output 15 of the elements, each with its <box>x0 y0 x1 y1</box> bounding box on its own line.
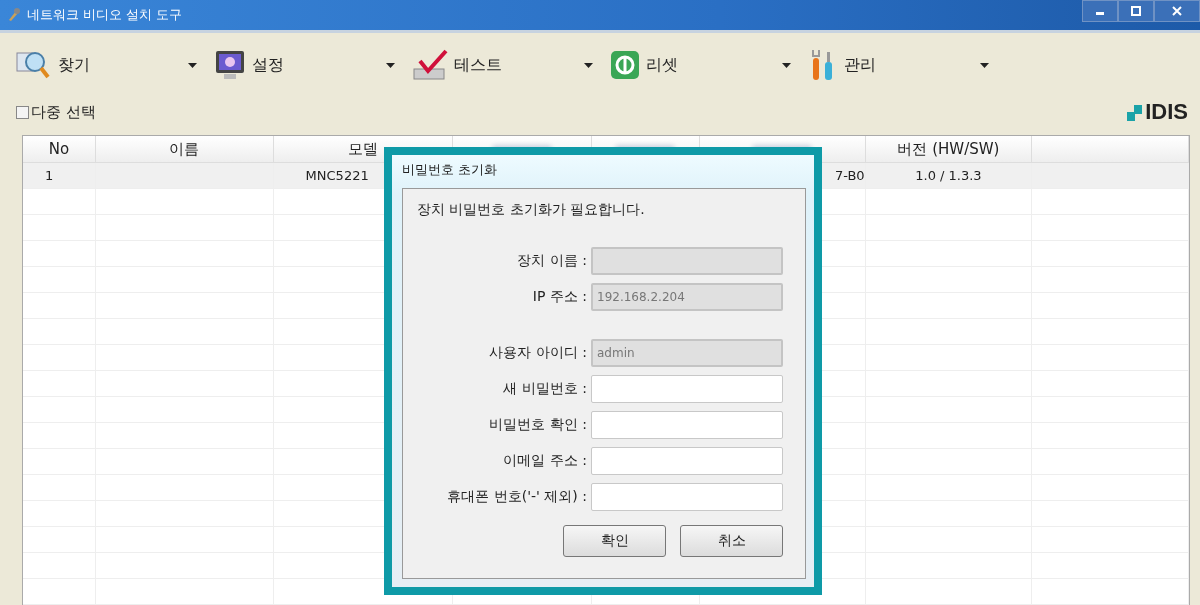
field-label: 이메일 주소 : <box>503 452 587 470</box>
field-label: 사용자 아이디 : <box>489 344 587 362</box>
table-cell: 7-B0 <box>834 168 865 183</box>
field-label: 장치 이름 : <box>517 252 587 270</box>
logo: IDIS <box>1127 101 1188 123</box>
table-cell: MNC5221 <box>305 168 369 183</box>
window-title: 네트워크 비디오 설치 도구 <box>27 6 183 24</box>
field-label: 비밀번호 확인 : <box>489 416 587 434</box>
field-label: 휴대폰 번호('-' 제외) : <box>447 488 587 506</box>
dialog-title: 비밀번호 초기화 <box>402 161 499 179</box>
dialog-message: 장치 비밀번호 초기화가 필요합니다. <box>417 201 646 219</box>
field-label: IP 주소 : <box>532 288 587 306</box>
field-label: 새 비밀번호 : <box>503 380 587 398</box>
table-cell: 1 <box>45 168 54 183</box>
table-cell: 1.0 / 1.3.3 <box>915 168 982 183</box>
